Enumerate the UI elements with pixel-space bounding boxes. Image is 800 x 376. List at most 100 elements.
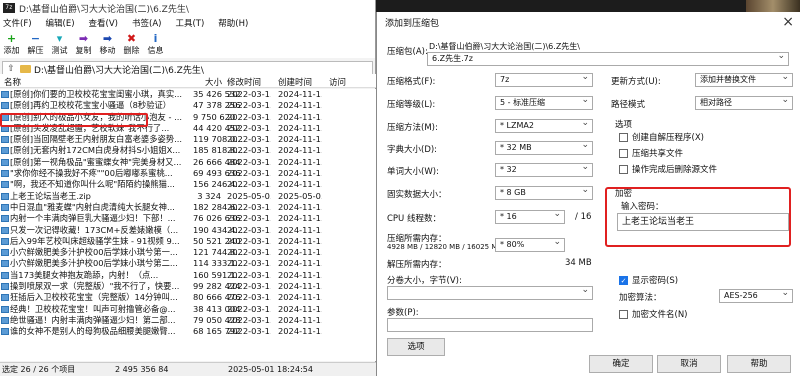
options-button[interactable]: 选项 (387, 338, 445, 356)
file-row[interactable]: "求你你经不操我好不疼""00后嘟嘟系蜜桃... 69 493 636 2022-0… (0, 168, 376, 179)
file-cell: 上老王论坛当老王.zip (10, 190, 91, 201)
toolbar-button[interactable]: + 添加 (2, 32, 21, 56)
split-select[interactable] (387, 284, 593, 300)
col-created[interactable]: 创建时间 (278, 76, 312, 88)
dict-label: 字典大小(D): (387, 145, 438, 155)
level-select[interactable]: 5 - 标准压缩 (495, 94, 593, 110)
enc-method-select[interactable]: AES-256 (719, 287, 793, 303)
close-icon[interactable]: × (782, 14, 794, 30)
file-row[interactable]: [原创]当回隔壁老王内射朋友白富老婆多姿势... 119 708 0... 2022… (0, 134, 376, 145)
file-icon (1, 136, 9, 144)
file-cell: 2024-11-1... (278, 122, 322, 133)
col-size[interactable]: 大小 (205, 76, 222, 88)
toolbar-button[interactable]: ➡ 移动 (98, 32, 117, 56)
sfx-checkbox[interactable]: 创建自解压程序(X) (619, 131, 704, 143)
file-row[interactable]: [原创]无套内射172CM白虎身材抖S小姐姐X... 185 818 8... 20… (0, 145, 376, 156)
mem-percent-select[interactable]: * 80% (495, 236, 565, 252)
file-row[interactable]: 操到喷尿双一求（完整版）"我不行了，快要... 99 282 424 2022-03… (0, 281, 376, 292)
dict-select[interactable]: * 32 MB (495, 139, 593, 155)
ok-button[interactable]: 确定 (589, 355, 653, 373)
encrypt-names-checkbox[interactable]: 加密文件名(N) (619, 308, 688, 320)
archive-label: 压缩包(A): (387, 47, 428, 57)
window-title-bar: 7z D:\基督山伯爵\习大大论治国(二)\6.Z先生\ (0, 0, 375, 16)
file-cell: 2024-11-1... (278, 258, 322, 269)
word-select[interactable]: * 32 (495, 161, 593, 177)
format-select[interactable]: 7z (495, 71, 593, 87)
file-cell: 26 666 484 (193, 156, 241, 167)
file-cell: 2022-03-1... (227, 179, 271, 190)
checkbox-box[interactable] (619, 132, 628, 142)
file-cell: 小穴鲜嫩肥美多汁护校00后学妹小琪兮第二... (10, 258, 178, 269)
col-modified[interactable]: 修改时间 (227, 76, 261, 88)
params-input[interactable] (387, 318, 593, 332)
file-cell: 2024-11-1... (278, 303, 322, 314)
file-cell: 2025-05-0... (227, 190, 271, 201)
file-cell: 76 026 636 (193, 213, 241, 224)
file-icon (1, 294, 9, 302)
file-cell: 2024-11-1... (278, 134, 322, 145)
file-row[interactable]: 经典！卫校校花宝宝！叫声可射撸管必备@... 38 413 004 2022-03-… (0, 304, 376, 315)
toolbar-button[interactable]: ✖ 删除 (122, 32, 141, 56)
file-row[interactable]: 上老王论坛当老王.zip 3 324 2025-05-0... 2025-05-0..… (0, 191, 376, 202)
delete-checkbox[interactable]: 操作完成后删除源文件 (619, 163, 717, 175)
toolbar-button[interactable]: ▾ 测试 (50, 32, 69, 56)
cancel-button[interactable]: 取消 (657, 355, 721, 373)
file-row[interactable]: 内射一个丰满肉弹巨乳大骚逼少妇！下部！... 76 026 636 2022-03-… (0, 213, 376, 224)
col-accessed[interactable]: 访问 (329, 76, 346, 88)
up-folder-icon[interactable]: ⇧ (5, 64, 17, 74)
file-cell: 2022-03-1... (227, 235, 271, 246)
file-row[interactable]: 谁的女神不是别人的母狗极品细腰美腿嫩臀... 68 165 792 2022-03-… (0, 326, 376, 337)
file-row[interactable]: 只发一次记得收藏！173CM+反差婊嫩模（... 190 434 4... 2022… (0, 225, 376, 236)
file-row[interactable]: [原创]再约卫校校花宝宝小骚逼（8秒验证） 47 378 256 2022-03-1… (0, 100, 376, 111)
status-bar: 选定 26 / 26 个项目 2 495 356 84 2025-05-01 1… (0, 362, 376, 376)
toolbar-button[interactable]: i 信息 (146, 32, 165, 56)
menu-item[interactable]: 书签(A) (132, 17, 161, 29)
menu-item[interactable]: 工具(T) (175, 17, 204, 29)
file-cell: 2022-03-1... (227, 134, 271, 145)
col-name[interactable]: 名称 (4, 76, 21, 88)
status-selected: 选定 26 / 26 个项目 (2, 365, 76, 374)
checkbox-box[interactable] (619, 164, 628, 174)
file-row[interactable]: [原创]你们要的卫校校花宝宝闺蜜小琪，真实... 35 426 532 2022-0… (0, 89, 376, 100)
menu-item[interactable]: 文件(F) (3, 17, 32, 29)
solid-select[interactable]: * 8 GB (495, 184, 593, 200)
file-cell: 2024-11-1... (278, 156, 322, 167)
file-row[interactable]: [原创]第一视角极品"蜜蜜蝶女神"完美身材又... 26 666 484 2022-… (0, 157, 376, 168)
menu-item[interactable]: 查看(V) (89, 17, 118, 29)
pathmode-select[interactable]: 相对路径 (695, 94, 793, 110)
file-row[interactable]: 小穴鲜嫩肥美多汁护校00后学妹小琪兮第一... 121 744 8... 2022-… (0, 247, 376, 258)
toolbar-label: 测试 (51, 46, 68, 55)
file-row[interactable]: 后入99年艺校叫床超级骚学生妹 - 91视频 9... 50 521 240 202… (0, 236, 376, 247)
toolbar-label: 删除 (123, 46, 140, 55)
file-cell: 2024-11-1... (278, 314, 322, 325)
file-icon (1, 147, 9, 155)
method-select[interactable]: * LZMA2 (495, 117, 593, 133)
file-row[interactable]: 绝世骚逼！内射丰满肉弹骚逼少妇！第二部... 79 050 428 2022-03-… (0, 315, 376, 326)
list-header: 名称 大小 修改时间 创建时间 访问 (0, 74, 376, 88)
highlight-box (0, 113, 148, 127)
archive-name-input[interactable]: 6.Z先生.7z (427, 50, 789, 66)
file-row[interactable]: 当173美腿女神抱友跪舔，内射！（点... 160 591 1... 2022-03… (0, 270, 376, 281)
show-password-checkbox[interactable]: ✓ 显示密码(S) (619, 274, 678, 286)
file-row[interactable]: "啊，我还不知道你叫什么呢"陌陌约操熊猫... 156 246 4... 2022-… (0, 179, 376, 190)
file-manager-window: 7z D:\基督山伯爵\习大大论治国(二)\6.Z先生\ 文件(F) 编辑(E) 查… (0, 0, 376, 376)
toolbar-icon: ▾ (56, 32, 63, 45)
shared-checkbox[interactable]: 压缩共享文件 (619, 147, 683, 159)
file-icon (1, 203, 9, 211)
checkmark-icon[interactable]: ✓ (619, 275, 628, 285)
file-cell: [原创]再约卫校校花宝宝小骚逼（8秒验证） (10, 100, 172, 111)
word-label: 单词大小(W): (387, 167, 439, 177)
file-icon (1, 316, 9, 324)
help-button[interactable]: 帮助 (727, 355, 791, 373)
menu-item[interactable]: 帮助(H) (218, 17, 248, 29)
menu-item[interactable]: 编辑(E) (46, 17, 75, 29)
file-row[interactable]: 中日混血"雅麦蝶"内射白虎清纯大长腿女神... 182 284 6... 2022-… (0, 202, 376, 213)
cpu-select[interactable]: * 16 (495, 208, 565, 224)
toolbar-button[interactable]: − 解压 (26, 32, 45, 56)
checkbox-box[interactable] (619, 148, 628, 158)
file-row[interactable]: 小穴鲜嫩肥美多汁护校00后学妹小琪兮第二... 114 333 1... 2022-… (0, 258, 376, 269)
file-row[interactable]: 狂插后入卫校校花宝宝（完整版）14分钟叫... 80 666 476 2022-03… (0, 292, 376, 303)
toolbar-button[interactable]: ➡ 复制 (74, 32, 93, 56)
update-select[interactable]: 添加并替换文件 (695, 71, 793, 87)
checkbox-box[interactable] (619, 309, 628, 319)
